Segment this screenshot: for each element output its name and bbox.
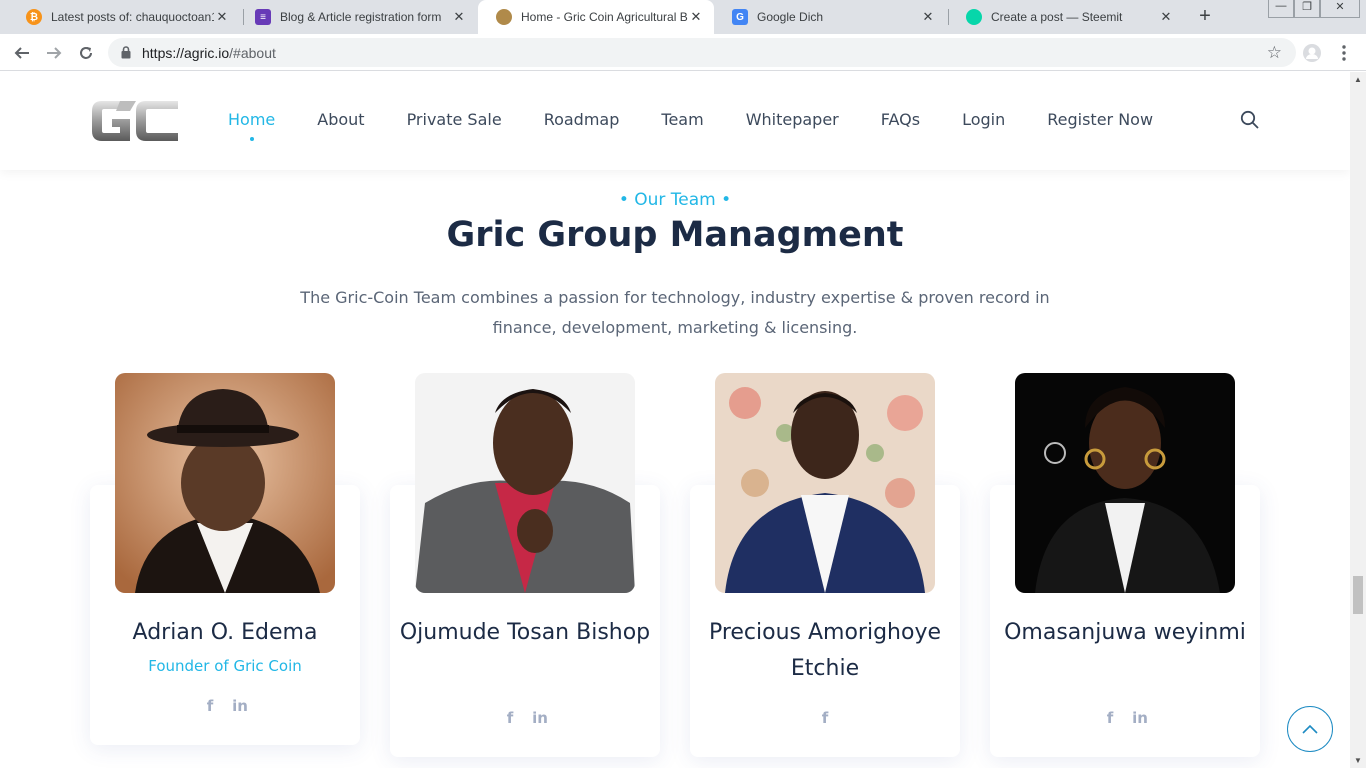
nav-private-sale[interactable]: Private Sale bbox=[407, 110, 502, 129]
member-name: Adrian O. Edema bbox=[132, 620, 318, 645]
section-heading: Gric Group Managment bbox=[446, 215, 904, 255]
social-links: f bbox=[690, 709, 960, 727]
member-name: Ojumude Tosan Bishop bbox=[399, 620, 651, 645]
nav-team[interactable]: Team bbox=[661, 110, 703, 129]
gric-coin-logo[interactable] bbox=[90, 99, 180, 143]
scrollbar-thumb[interactable] bbox=[1353, 576, 1363, 614]
url-text: https://agric.io/#about bbox=[142, 45, 276, 61]
url-path: /#about bbox=[229, 45, 276, 61]
close-icon[interactable]: ✕ bbox=[688, 9, 704, 25]
nav-login[interactable]: Login bbox=[962, 110, 1005, 129]
scroll-down-arrow-icon[interactable]: ▼ bbox=[1354, 756, 1362, 765]
main-nav: Home About Private Sale Roadmap Team Whi… bbox=[228, 110, 1195, 141]
forms-icon: ≡ bbox=[255, 9, 271, 25]
forward-button[interactable] bbox=[41, 40, 67, 66]
close-icon[interactable]: ✕ bbox=[920, 9, 936, 25]
reload-icon bbox=[80, 47, 92, 59]
browser-tab-active[interactable]: Home - Gric Coin Agricultural Bl ✕ bbox=[478, 0, 714, 34]
back-button[interactable] bbox=[9, 40, 35, 66]
browser-toolbar: https://agric.io/#about ☆ bbox=[0, 34, 1366, 71]
nav-register-now[interactable]: Register Now bbox=[1047, 110, 1153, 129]
back-to-top-button[interactable] bbox=[1287, 706, 1333, 752]
browser-tab[interactable]: ≡ Blog & Article registration form ✕ bbox=[237, 0, 477, 34]
tab-title: Google Dich bbox=[757, 10, 824, 24]
url-host: https://agric.io bbox=[142, 45, 230, 61]
facebook-icon[interactable]: f bbox=[1100, 709, 1120, 727]
nav-label: Home bbox=[228, 110, 276, 129]
gric-coin-icon bbox=[496, 9, 512, 25]
social-links: f in bbox=[90, 697, 360, 715]
maximize-button[interactable]: ❐ bbox=[1294, 0, 1320, 18]
menu-button[interactable] bbox=[1331, 40, 1357, 66]
active-indicator-dot bbox=[249, 137, 254, 141]
minimize-button[interactable]: — bbox=[1268, 0, 1294, 18]
address-bar[interactable]: https://agric.io/#about ☆ bbox=[108, 38, 1296, 67]
nav-roadmap[interactable]: Roadmap bbox=[544, 110, 620, 129]
google-translate-icon: G bbox=[732, 9, 748, 25]
arrow-left-icon bbox=[14, 47, 29, 59]
facebook-icon[interactable]: f bbox=[815, 709, 835, 727]
close-icon[interactable]: ✕ bbox=[1158, 9, 1174, 25]
member-photo bbox=[1015, 373, 1235, 593]
member-photo bbox=[415, 373, 635, 593]
nav-home[interactable]: Home bbox=[228, 110, 276, 141]
avatar-icon bbox=[1303, 44, 1321, 62]
page-scrollbar[interactable]: ▲ ▼ bbox=[1350, 72, 1366, 768]
lock-icon bbox=[121, 46, 131, 59]
browser-tab-strip: ₿ Latest posts of: chauquoctoan12 ✕ ≡ Bl… bbox=[0, 0, 1366, 34]
member-photo bbox=[715, 373, 935, 593]
page-viewport: Home About Private Sale Roadmap Team Whi… bbox=[0, 72, 1350, 768]
linkedin-icon[interactable]: in bbox=[1130, 709, 1150, 727]
tab-title: Create a post — Steemit bbox=[991, 10, 1123, 24]
social-links: f in bbox=[390, 709, 660, 727]
nav-faqs[interactable]: FAQs bbox=[881, 110, 920, 129]
window-close-button[interactable]: ✕ bbox=[1320, 0, 1360, 18]
site-header: Home About Private Sale Roadmap Team Whi… bbox=[0, 72, 1350, 170]
member-name: Precious Amorighoye Etchie bbox=[708, 620, 942, 681]
nav-whitepaper[interactable]: Whitepaper bbox=[746, 110, 839, 129]
kebab-menu-icon bbox=[1342, 45, 1346, 61]
facebook-icon[interactable]: f bbox=[200, 697, 220, 715]
section-eyebrow: • Our Team • bbox=[618, 190, 732, 210]
tab-title: Home - Gric Coin Agricultural Bl bbox=[521, 10, 688, 24]
close-icon[interactable]: ✕ bbox=[451, 9, 467, 25]
close-icon[interactable]: ✕ bbox=[214, 9, 230, 25]
tab-title: Latest posts of: chauquoctoan12 bbox=[51, 10, 214, 24]
facebook-icon[interactable]: f bbox=[500, 709, 520, 727]
browser-tab[interactable]: ₿ Latest posts of: chauquoctoan12 ✕ bbox=[8, 0, 240, 34]
section-intro: The Gric-Coin Team combines a passion fo… bbox=[300, 288, 1050, 337]
nav-about[interactable]: About bbox=[317, 110, 364, 129]
member-photo bbox=[115, 373, 335, 593]
member-name: Omasanjuwa weyinmi bbox=[1004, 620, 1246, 645]
linkedin-icon[interactable]: in bbox=[230, 697, 250, 715]
reload-button[interactable] bbox=[73, 40, 99, 66]
tab-title: Blog & Article registration form bbox=[280, 10, 442, 24]
search-icon[interactable] bbox=[1240, 110, 1260, 130]
bookmark-star-icon[interactable]: ☆ bbox=[1267, 43, 1282, 63]
social-links: f in bbox=[990, 709, 1260, 727]
arrow-right-icon bbox=[47, 47, 62, 59]
browser-tab[interactable]: G Google Dich ✕ bbox=[714, 0, 946, 34]
new-tab-button[interactable]: + bbox=[1193, 5, 1217, 29]
chevron-up-icon bbox=[1302, 724, 1318, 734]
linkedin-icon[interactable]: in bbox=[530, 709, 550, 727]
browser-tab[interactable]: Create a post — Steemit ✕ bbox=[948, 0, 1184, 34]
bitcoin-icon: ₿ bbox=[26, 9, 42, 25]
scroll-up-arrow-icon[interactable]: ▲ bbox=[1354, 75, 1362, 84]
member-role: Founder of Gric Coin bbox=[148, 657, 302, 675]
steemit-icon bbox=[966, 9, 982, 25]
profile-button[interactable] bbox=[1299, 40, 1325, 66]
team-section: • Our Team • Gric Group Managment The Gr… bbox=[0, 170, 1350, 768]
